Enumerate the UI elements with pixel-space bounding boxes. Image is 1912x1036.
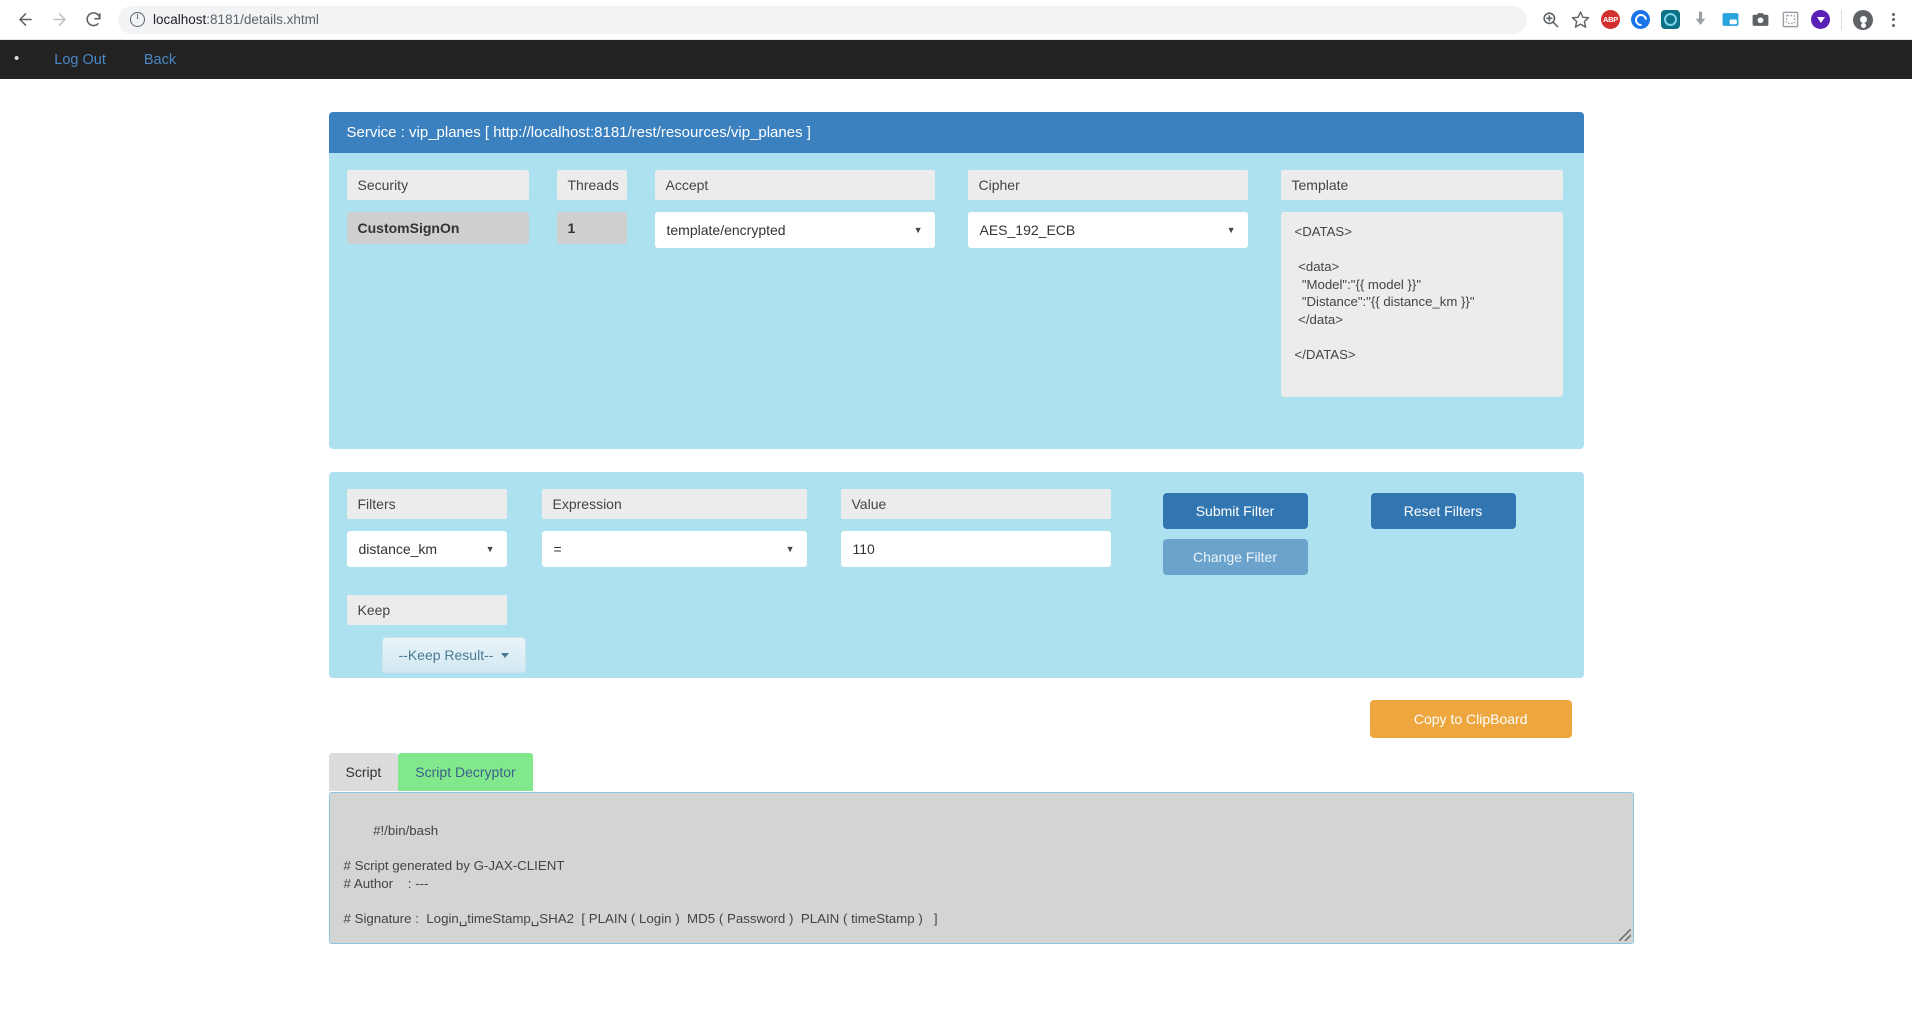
- cipher-field-group: Cipher AES_192_ECB ▼: [967, 170, 1248, 427]
- url-host: localhost: [153, 12, 207, 27]
- value-label: Value: [840, 489, 1111, 519]
- expression-label: Expression: [541, 489, 807, 519]
- keep-field-group: Keep: [346, 595, 507, 637]
- security-value: CustomSignOn: [346, 212, 529, 244]
- back-link[interactable]: Back: [125, 52, 195, 68]
- clipboard-row: Copy to ClipBoard: [329, 700, 1584, 738]
- caret-down-icon: [501, 652, 510, 658]
- site-info-icon[interactable]: [130, 11, 145, 27]
- keep-result-dropdown[interactable]: --Keep Result--: [381, 637, 527, 673]
- profile-avatar-icon[interactable]: [1853, 9, 1873, 30]
- star-icon[interactable]: [1571, 10, 1590, 29]
- script-content: #!/bin/bash # Script generated by G-JAX-…: [343, 822, 938, 927]
- resize-handle-icon[interactable]: [1618, 929, 1631, 941]
- value-field-group: Value 110: [840, 489, 1111, 567]
- screenshot-frame-icon[interactable]: [1781, 10, 1800, 29]
- submit-filter-button[interactable]: Submit Filter: [1162, 493, 1308, 529]
- accept-selected-value: template/encrypted: [666, 222, 786, 238]
- purple-download-icon[interactable]: [1811, 10, 1830, 29]
- cipher-label: Cipher: [967, 170, 1248, 200]
- keep-label: Keep: [346, 595, 507, 625]
- chrome-toolbar-icons: ABP: [1537, 9, 1902, 30]
- accept-field-group: Accept template/encrypted ▼: [654, 170, 935, 427]
- expression-selected-value: =: [553, 541, 562, 557]
- logout-link[interactable]: Log Out: [35, 52, 125, 68]
- reload-icon[interactable]: [78, 5, 108, 35]
- forward-arrow-icon[interactable]: [44, 5, 74, 35]
- address-bar[interactable]: localhost:8181/details.xhtml: [118, 5, 1527, 34]
- script-section: Script Script Decryptor #!/bin/bash # Sc…: [328, 753, 1634, 944]
- filters-row: Filters distance_km ▼ Expression = ▼ Val…: [346, 489, 1566, 575]
- accept-select[interactable]: template/encrypted ▼: [654, 212, 935, 248]
- cipher-selected-value: AES_192_ECB: [979, 222, 1076, 238]
- url-text: localhost:8181/details.xhtml: [153, 12, 319, 27]
- threads-value: 1: [556, 212, 627, 244]
- chevron-down-icon: ▼: [913, 225, 923, 235]
- toolbar-divider: [1841, 9, 1842, 30]
- browser-chrome: localhost:8181/details.xhtml ABP: [0, 0, 1912, 40]
- keep-result-value: --Keep Result--: [398, 647, 494, 663]
- kebab-menu-icon[interactable]: [1884, 10, 1902, 30]
- app-navbar: • Log Out Back: [0, 40, 1912, 79]
- template-label: Template: [1280, 170, 1563, 200]
- url-path: :8181/details.xhtml: [206, 12, 319, 27]
- script-textarea[interactable]: #!/bin/bash # Script generated by G-JAX-…: [328, 792, 1634, 944]
- cipher-select[interactable]: AES_192_ECB ▼: [967, 212, 1248, 248]
- teal-circle-icon[interactable]: [1661, 10, 1680, 29]
- template-content[interactable]: <DATAS> <data> "Model":"{{ model }}" "Di…: [1280, 212, 1563, 397]
- change-filter-button[interactable]: Change Filter: [1162, 539, 1308, 575]
- tab-script-decryptor[interactable]: Script Decryptor: [398, 753, 533, 791]
- reset-filters-button[interactable]: Reset Filters: [1370, 493, 1516, 529]
- chevron-down-icon: ▼: [1226, 225, 1236, 235]
- page-content: Service : vip_planes [ http://localhost:…: [0, 79, 1912, 1036]
- download-arrow-icon[interactable]: [1691, 10, 1710, 29]
- expression-field-group: Expression = ▼: [541, 489, 807, 567]
- filters-field-group: Filters distance_km ▼: [346, 489, 507, 567]
- filter-action-buttons: Submit Filter Change Filter: [1162, 493, 1308, 575]
- filters-panel: Filters distance_km ▼ Expression = ▼ Val…: [328, 472, 1584, 678]
- adblock-plus-icon[interactable]: ABP: [1601, 10, 1620, 29]
- security-label: Security: [346, 170, 529, 200]
- picture-in-picture-icon[interactable]: [1721, 10, 1740, 29]
- tab-script[interactable]: Script: [328, 753, 399, 791]
- script-tabs: Script Script Decryptor: [328, 753, 1584, 791]
- back-arrow-icon[interactable]: [10, 5, 40, 35]
- zoom-in-icon[interactable]: [1541, 10, 1560, 29]
- chevron-down-icon: ▼: [485, 544, 495, 554]
- panel-container: Service : vip_planes [ http://localhost:…: [328, 79, 1634, 944]
- blue-circle-icon[interactable]: [1631, 10, 1650, 29]
- filters-select[interactable]: distance_km ▼: [346, 531, 507, 567]
- filters-selected-value: distance_km: [358, 541, 438, 557]
- template-field-group: Template <DATAS> <data> "Model":"{{ mode…: [1280, 170, 1563, 427]
- threads-label: Threads: [556, 170, 627, 200]
- accept-label: Accept: [654, 170, 935, 200]
- keep-row: Keep --Keep Result--: [346, 595, 1566, 673]
- service-header-title: Service : vip_planes [ http://localhost:…: [328, 112, 1584, 153]
- value-input[interactable]: 110: [840, 531, 1111, 567]
- navbar-bullet: •: [14, 50, 20, 67]
- filters-label: Filters: [346, 489, 507, 519]
- threads-field-group: Threads 1: [556, 170, 627, 427]
- expression-select[interactable]: = ▼: [541, 531, 807, 567]
- service-panel: Security CustomSignOn Threads 1 Accept t…: [328, 153, 1584, 449]
- security-field-group: Security CustomSignOn: [346, 170, 529, 427]
- camera-icon[interactable]: [1751, 10, 1770, 29]
- copy-to-clipboard-button[interactable]: Copy to ClipBoard: [1369, 700, 1572, 738]
- chevron-down-icon: ▼: [785, 544, 795, 554]
